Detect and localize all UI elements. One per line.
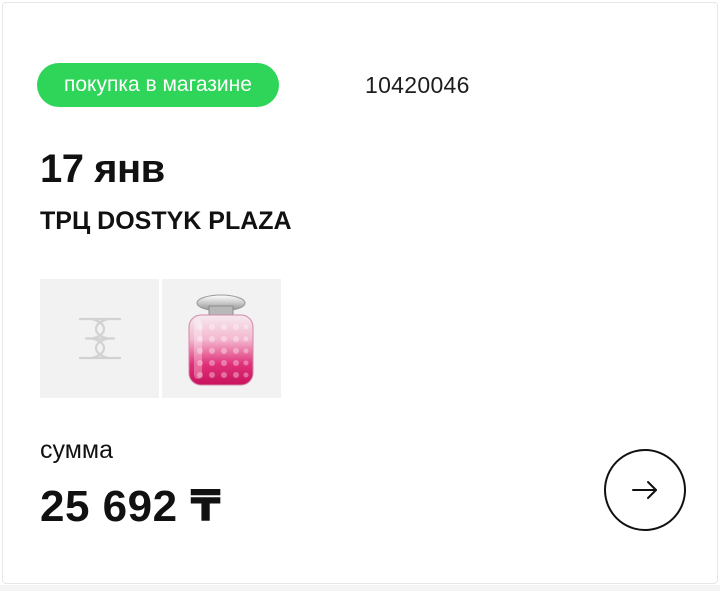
amount-value: 25 692 ₸ bbox=[40, 482, 222, 531]
product-thumbnail[interactable] bbox=[162, 279, 281, 398]
purchase-date: 17 янв bbox=[40, 147, 165, 191]
store-name: ТРЦ DOSTYK PLAZA bbox=[40, 207, 292, 235]
perfume-bottle-image bbox=[162, 279, 281, 398]
purchase-type-badge: покупка в магазине bbox=[37, 63, 279, 107]
brand-placeholder-icon bbox=[40, 279, 159, 398]
purchase-card[interactable]: покупка в магазине 10420046 17 янв ТРЦ D… bbox=[2, 2, 718, 584]
amount-label: сумма bbox=[40, 436, 113, 464]
open-details-button[interactable] bbox=[604, 449, 686, 531]
purchase-card-page: покупка в магазине 10420046 17 янв ТРЦ D… bbox=[0, 0, 720, 591]
divider bbox=[0, 585, 720, 591]
order-number: 10420046 bbox=[365, 72, 470, 98]
product-thumbnail[interactable] bbox=[40, 279, 159, 398]
arrow-right-icon bbox=[632, 481, 657, 499]
